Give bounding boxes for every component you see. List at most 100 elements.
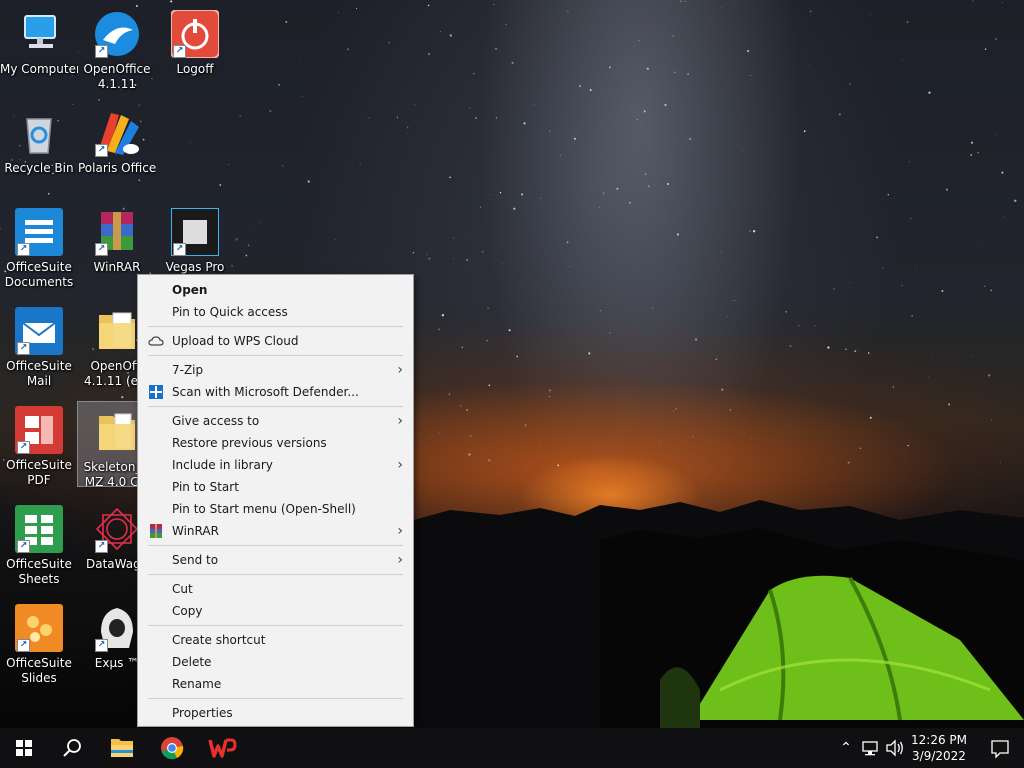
menu-item-open[interactable]: Open bbox=[138, 279, 413, 301]
star bbox=[282, 165, 284, 167]
menu-item-copy[interactable]: Copy bbox=[138, 600, 413, 622]
star bbox=[647, 185, 650, 188]
shortcut-arrow-icon: ↗ bbox=[95, 243, 108, 256]
search-button[interactable] bbox=[48, 728, 96, 768]
menu-item-include-library[interactable]: Include in library › bbox=[138, 454, 413, 476]
star bbox=[675, 408, 677, 410]
star bbox=[396, 116, 398, 118]
star bbox=[948, 403, 951, 406]
star bbox=[524, 424, 527, 427]
star bbox=[540, 442, 542, 444]
menu-item-label: Give access to bbox=[172, 414, 260, 428]
star bbox=[469, 435, 472, 438]
star bbox=[869, 416, 872, 419]
star bbox=[557, 464, 560, 467]
desktop-icon-officesuite-sheets[interactable]: ↗ OfficeSuite Sheets bbox=[0, 499, 78, 586]
star bbox=[388, 41, 391, 44]
star bbox=[741, 150, 743, 151]
menu-item-restore-versions[interactable]: Restore previous versions bbox=[138, 432, 413, 454]
star bbox=[901, 60, 903, 62]
star bbox=[453, 237, 455, 239]
taskbar-clock[interactable]: 12:26 PM 3/9/2022 bbox=[904, 732, 974, 764]
star bbox=[634, 46, 635, 48]
desktop-icon-recycle-bin[interactable]: Recycle Bin bbox=[0, 103, 78, 199]
desktop-icon-officesuite-documents[interactable]: ↗ OfficeSuite Documents bbox=[0, 202, 78, 289]
star bbox=[486, 340, 488, 342]
star bbox=[488, 384, 491, 387]
menu-item-label: Include in library bbox=[172, 458, 273, 472]
desktop-icon-logoff[interactable]: ↗ Logoff bbox=[156, 4, 234, 100]
star bbox=[307, 180, 310, 183]
desktop-icon-officesuite-mail[interactable]: ↗ OfficeSuite Mail bbox=[0, 301, 78, 388]
tray-network[interactable] bbox=[860, 728, 882, 768]
star bbox=[589, 89, 592, 91]
star bbox=[121, 396, 124, 399]
computer-icon bbox=[15, 10, 63, 58]
star bbox=[426, 254, 428, 256]
desktop-icon-winrar[interactable]: ↗ WinRAR bbox=[78, 202, 156, 274]
star bbox=[994, 37, 997, 41]
menu-item-upload-wps-cloud[interactable]: Upload to WPS Cloud bbox=[138, 330, 413, 352]
taskbar-wps-office[interactable] bbox=[198, 728, 246, 768]
menu-item-7zip[interactable]: 7-Zip › bbox=[138, 359, 413, 381]
star bbox=[941, 289, 944, 293]
star bbox=[672, 35, 674, 37]
tray-volume[interactable] bbox=[884, 728, 906, 768]
menu-item-winrar[interactable]: WinRAR › bbox=[138, 520, 413, 542]
star bbox=[495, 48, 497, 50]
menu-item-pin-quick-access[interactable]: Pin to Quick access bbox=[138, 301, 413, 323]
menu-item-pin-start[interactable]: Pin to Start bbox=[138, 476, 413, 498]
desktop-icon-polaris-office[interactable]: ↗ Polaris Office bbox=[78, 103, 156, 199]
winrar-icon: ↗ bbox=[93, 208, 141, 256]
action-center-button[interactable] bbox=[980, 728, 1020, 768]
menu-item-send-to[interactable]: Send to › bbox=[138, 549, 413, 571]
menu-item-pin-start-openshell[interactable]: Pin to Start menu (Open-Shell) bbox=[138, 498, 413, 520]
desktop-icon-vegas-pro[interactable]: ↗ Vegas Pro bbox=[156, 202, 234, 274]
taskbar-file-explorer[interactable] bbox=[98, 728, 146, 768]
star bbox=[727, 316, 728, 318]
star bbox=[643, 110, 646, 113]
star bbox=[449, 34, 452, 37]
menu-item-rename[interactable]: Rename bbox=[138, 673, 413, 695]
star bbox=[245, 254, 248, 257]
officesuite-sheets-icon: ↗ bbox=[15, 505, 63, 553]
star bbox=[479, 206, 482, 208]
icon-label: Recycle Bin bbox=[4, 161, 74, 175]
star bbox=[859, 447, 862, 449]
star bbox=[453, 257, 455, 259]
submenu-arrow-icon: › bbox=[397, 523, 403, 539]
menu-item-label: Cut bbox=[172, 582, 193, 596]
menu-item-label: Copy bbox=[172, 604, 203, 618]
desktop-icon-my-computer[interactable]: My Computer bbox=[0, 4, 78, 100]
start-button[interactable] bbox=[0, 728, 48, 768]
menu-item-delete[interactable]: Delete bbox=[138, 651, 413, 673]
shortcut-arrow-icon: ↗ bbox=[173, 45, 186, 58]
desktop-icon-openoffice[interactable]: ↗ OpenOffice 4.1.11 bbox=[78, 4, 156, 91]
menu-item-label: Upload to WPS Cloud bbox=[172, 334, 299, 348]
icon-label: WinRAR bbox=[93, 260, 141, 274]
star bbox=[413, 104, 416, 106]
desktop-icon-officesuite-pdf[interactable]: ↗ OfficeSuite PDF bbox=[0, 400, 78, 487]
desktop-icon-officesuite-slides[interactable]: ↗ OfficeSuite Slides bbox=[0, 598, 78, 685]
menu-item-give-access[interactable]: Give access to › bbox=[138, 410, 413, 432]
menu-separator bbox=[148, 355, 403, 356]
star bbox=[988, 374, 991, 377]
star bbox=[523, 122, 526, 125]
star bbox=[468, 453, 471, 456]
menu-item-create-shortcut[interactable]: Create shortcut bbox=[138, 629, 413, 651]
menu-item-label: Restore previous versions bbox=[172, 436, 327, 450]
taskbar-chrome[interactable] bbox=[148, 728, 196, 768]
menu-item-scan-defender[interactable]: Scan with Microsoft Defender... bbox=[138, 381, 413, 403]
star bbox=[845, 348, 847, 351]
star bbox=[549, 395, 551, 398]
menu-item-properties[interactable]: Properties bbox=[138, 702, 413, 724]
menu-item-cut[interactable]: Cut bbox=[138, 578, 413, 600]
icon-label: OfficeSuite Slides bbox=[6, 656, 72, 685]
star bbox=[608, 331, 611, 334]
star bbox=[406, 126, 409, 129]
star bbox=[335, 239, 337, 241]
tray-show-hidden-icons[interactable]: ⌃ bbox=[836, 728, 856, 768]
star bbox=[466, 258, 469, 262]
network-icon bbox=[862, 741, 878, 756]
star bbox=[847, 461, 850, 464]
